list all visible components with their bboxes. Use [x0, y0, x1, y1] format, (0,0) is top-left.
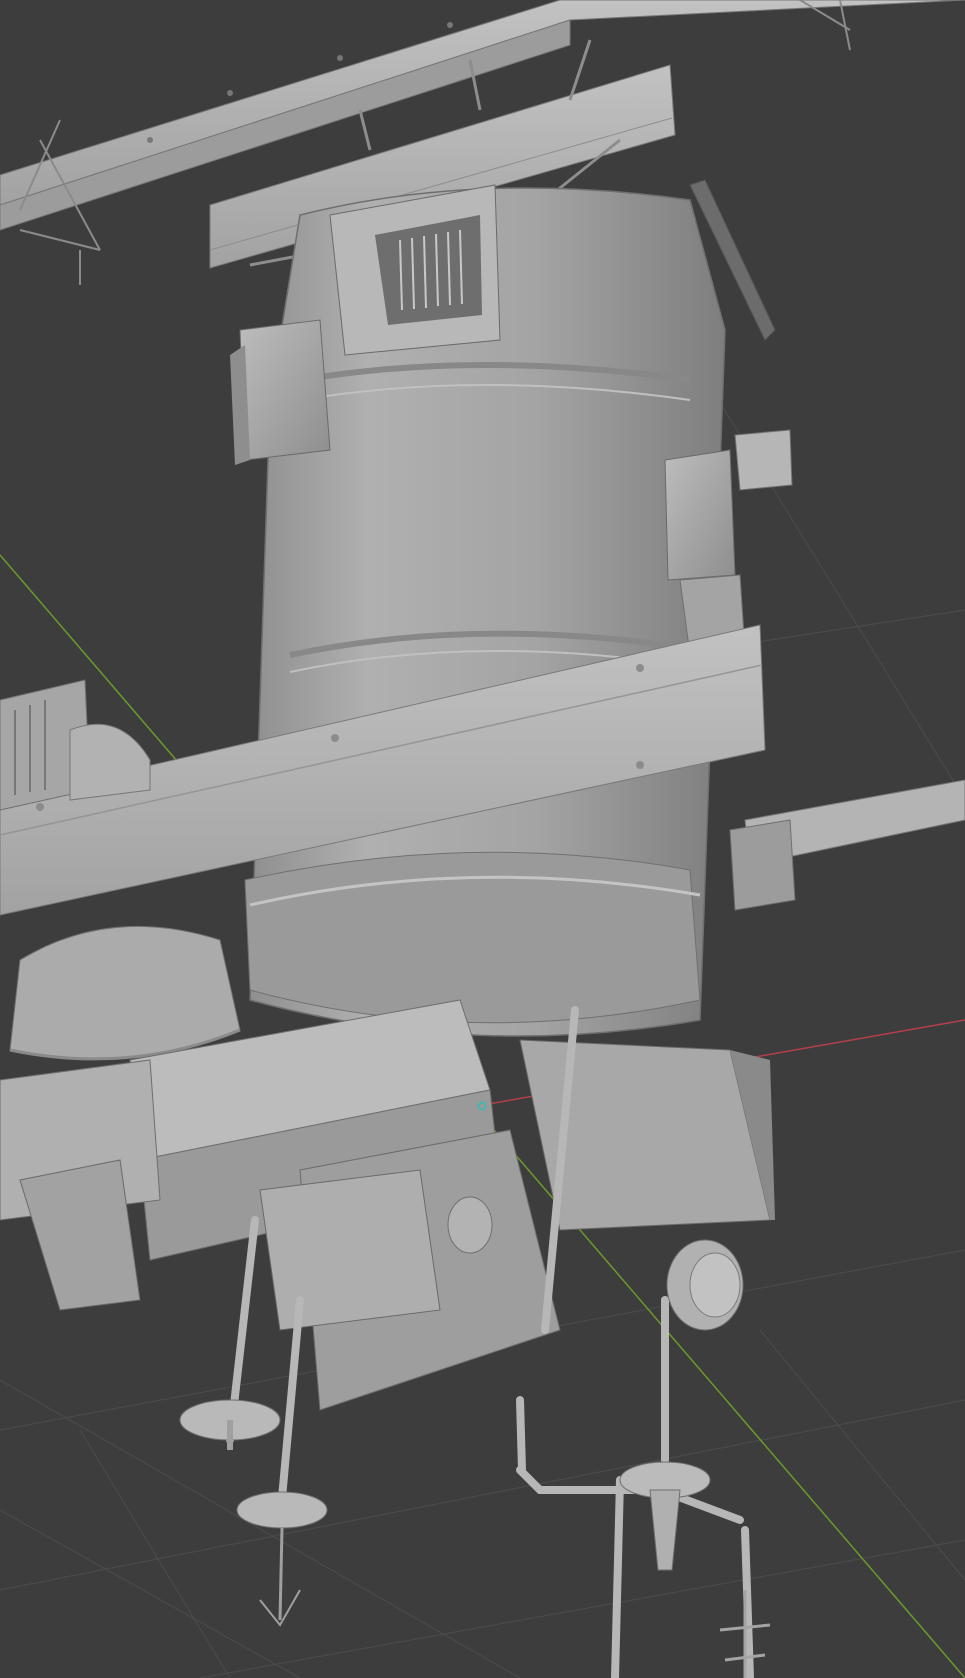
left-panel-array[interactable]	[0, 679, 151, 811]
right-arm-truss[interactable]	[729, 779, 965, 911]
whip-antenna	[719, 1590, 771, 1678]
viewport-canvas[interactable]	[0, 0, 965, 1678]
3d-viewport[interactable]	[0, 0, 965, 1678]
dish-antenna-3[interactable]	[619, 1461, 711, 1571]
lower-equipment-deck[interactable]	[0, 999, 775, 1411]
dish-antenna-2[interactable]	[236, 1491, 328, 1627]
left-tank[interactable]	[9, 925, 241, 1061]
side-equipment-box-left[interactable]	[230, 319, 331, 465]
dish-antenna-1[interactable]	[179, 1399, 281, 1450]
instrument-bay[interactable]	[329, 184, 501, 356]
